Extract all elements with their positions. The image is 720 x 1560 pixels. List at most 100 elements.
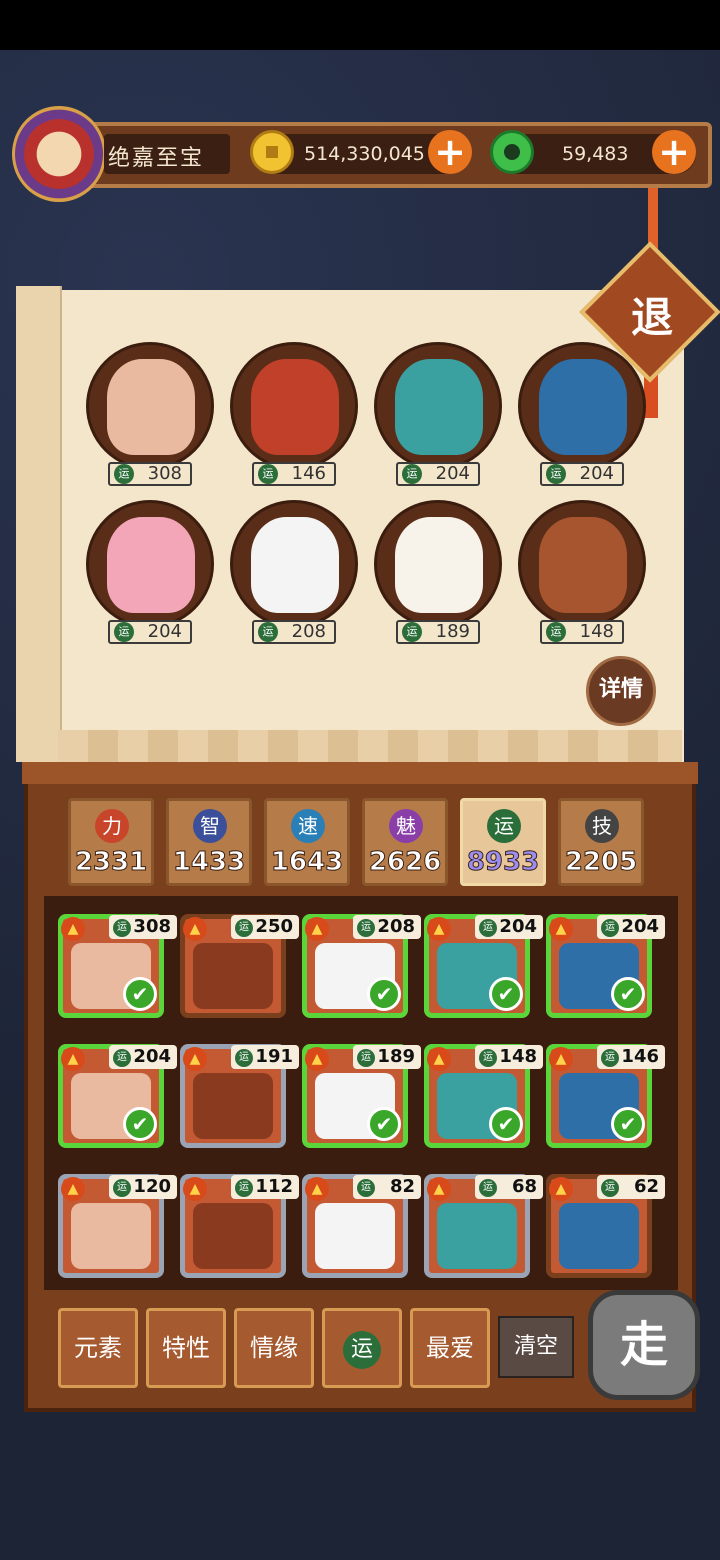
fire-icon: ▲	[549, 917, 573, 941]
scroll-hero-portrait[interactable]	[86, 500, 214, 628]
fire-icon: ▲	[61, 1177, 85, 1201]
fire-icon: ▲	[305, 1177, 329, 1201]
check-icon: ✔	[489, 1107, 523, 1141]
scroll-pattern	[58, 730, 682, 766]
stat-icon: 智	[193, 809, 227, 843]
hero-art	[539, 359, 627, 455]
fire-icon: ▲	[183, 1047, 207, 1071]
hero-card-art	[193, 943, 273, 1009]
hero-card-art	[193, 1073, 273, 1139]
hero-card[interactable]: ▲ 204 运 ✔	[546, 914, 665, 1018]
add-jade-button[interactable]: +	[652, 130, 696, 174]
stat-icon: 力	[95, 809, 129, 843]
scroll-hero-portrait[interactable]	[374, 342, 502, 470]
stat-tab-2[interactable]: 速 1643	[264, 798, 350, 886]
cabinet-top	[22, 762, 698, 784]
detail-button[interactable]: 详情	[586, 656, 656, 726]
luck-icon: 运	[357, 1179, 375, 1197]
luck-icon: 运	[114, 464, 134, 484]
luck-icon: 运	[235, 1049, 253, 1067]
luck-icon: 运	[113, 1179, 131, 1197]
scroll-hero-portrait[interactable]	[86, 342, 214, 470]
hero-card[interactable]: ▲ 204 运 ✔	[424, 914, 543, 1018]
fire-icon: ▲	[61, 1047, 85, 1071]
filter-button-3[interactable]: 运	[322, 1308, 402, 1388]
hero-card[interactable]: ▲ 191 运	[180, 1044, 299, 1148]
stat-tab-0[interactable]: 力 2331	[68, 798, 154, 886]
coin-value: 514,330,045	[304, 143, 425, 165]
scroll-hero-portrait[interactable]	[518, 500, 646, 628]
add-coins-button[interactable]: +	[428, 130, 472, 174]
hero-card[interactable]: ▲ 146 运 ✔	[546, 1044, 665, 1148]
hero-card-art	[71, 1203, 151, 1269]
check-icon: ✔	[123, 1107, 157, 1141]
filter-button-2[interactable]: 情缘	[234, 1308, 314, 1388]
stat-tab-3[interactable]: 魅 2626	[362, 798, 448, 886]
filter-button-4[interactable]: 最爱	[410, 1308, 490, 1388]
fire-icon: ▲	[549, 1177, 573, 1201]
luck-icon: 运	[258, 464, 278, 484]
luck-icon: 运	[113, 1049, 131, 1067]
hero-card[interactable]: ▲ 308 运 ✔	[58, 914, 177, 1018]
hero-card[interactable]: ▲ 250 运	[180, 914, 299, 1018]
check-icon: ✔	[611, 1107, 645, 1141]
hero-card[interactable]: ▲ 82 运	[302, 1174, 421, 1278]
stat-icon: 运	[487, 809, 521, 843]
fire-icon: ▲	[427, 917, 451, 941]
hero-card[interactable]: ▲ 148 运 ✔	[424, 1044, 543, 1148]
fire-icon: ▲	[427, 1177, 451, 1201]
luck-icon: 运	[235, 1179, 253, 1197]
scroll-hero-portrait[interactable]	[230, 500, 358, 628]
luck-icon: 运	[479, 1179, 497, 1197]
stat-value: 2205	[564, 847, 638, 878]
luck-icon: 运	[546, 622, 566, 642]
check-icon: ✔	[123, 977, 157, 1011]
scroll-hero-portrait[interactable]	[518, 342, 646, 470]
hero-art	[395, 517, 483, 613]
go-button[interactable]: 走	[588, 1290, 700, 1400]
hero-card[interactable]: ▲ 204 运 ✔	[58, 1044, 177, 1148]
stat-icon: 魅	[389, 809, 423, 843]
filter-button-0[interactable]: 元素	[58, 1308, 138, 1388]
hero-card-art	[315, 1203, 395, 1269]
hero-card[interactable]: ▲ 62 运	[546, 1174, 665, 1278]
hero-card[interactable]: ▲ 68 运	[424, 1174, 543, 1278]
hero-art	[251, 359, 339, 455]
luck-icon: 运	[114, 622, 134, 642]
luck-icon: 运	[402, 622, 422, 642]
luck-icon: 运	[479, 919, 497, 937]
stat-value: 1643	[270, 847, 344, 878]
hero-card[interactable]: ▲ 189 运 ✔	[302, 1044, 421, 1148]
fire-icon: ▲	[61, 917, 85, 941]
luck-icon: 运	[601, 1049, 619, 1067]
luck-icon: 运	[601, 1179, 619, 1197]
fire-icon: ▲	[305, 1047, 329, 1071]
check-icon: ✔	[367, 1107, 401, 1141]
hero-card-art	[559, 1203, 639, 1269]
status-bar	[0, 0, 720, 50]
hero-card[interactable]: ▲ 112 运	[180, 1174, 299, 1278]
luck-icon: 运	[402, 464, 422, 484]
stat-value: 2331	[74, 847, 148, 878]
luck-icon: 运	[235, 919, 253, 937]
hero-card[interactable]: ▲ 208 运 ✔	[302, 914, 421, 1018]
hero-card-art	[437, 1203, 517, 1269]
fire-icon: ▲	[427, 1047, 451, 1071]
jade-value: 59,483	[562, 143, 629, 165]
luck-icon: 运	[546, 464, 566, 484]
scroll-hero-portrait[interactable]	[230, 342, 358, 470]
quit-label[interactable]: 退	[624, 284, 680, 345]
stat-tab-1[interactable]: 智 1433	[166, 798, 252, 886]
hero-art	[395, 359, 483, 455]
stat-value: 8933	[466, 847, 540, 878]
hero-card[interactable]: ▲ 120 运	[58, 1174, 177, 1278]
stat-tab-4[interactable]: 运 8933	[460, 798, 546, 886]
stat-icon: 速	[291, 809, 325, 843]
clear-button[interactable]: 清空	[498, 1316, 574, 1378]
scroll-hero-portrait[interactable]	[374, 500, 502, 628]
filter-button-1[interactable]: 特性	[146, 1308, 226, 1388]
player-avatar[interactable]	[12, 106, 106, 202]
check-icon: ✔	[611, 977, 645, 1011]
stat-tab-5[interactable]: 技 2205	[558, 798, 644, 886]
luck-icon: 运	[601, 919, 619, 937]
